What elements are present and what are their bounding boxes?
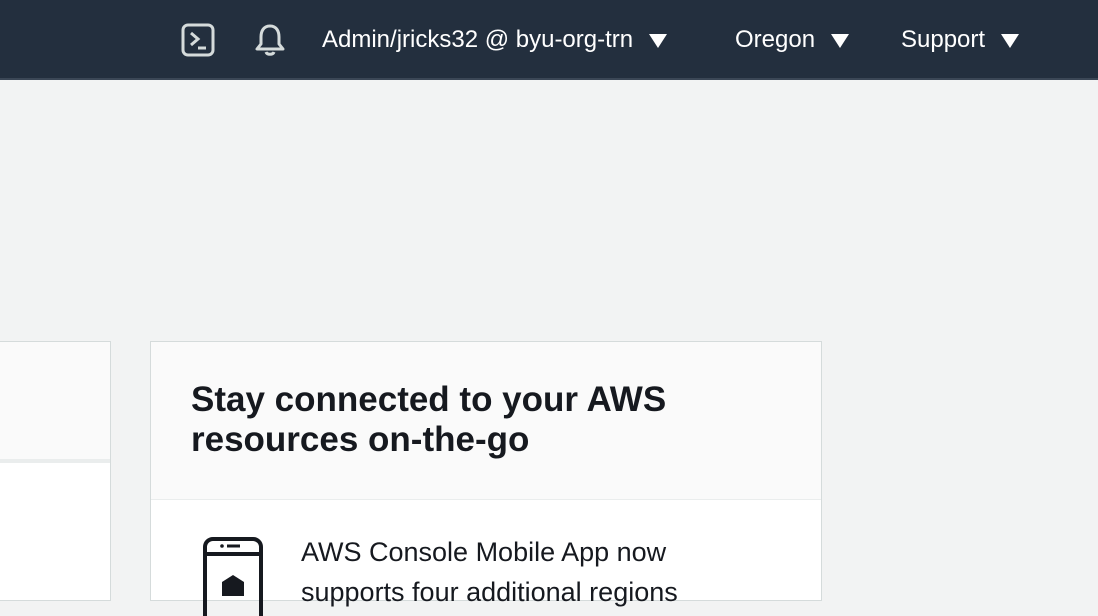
card-body: AWS Console Mobile App now supports four…	[151, 500, 821, 616]
region-menu[interactable]: Oregon	[735, 0, 850, 80]
region-label: Oregon	[735, 26, 816, 53]
caret-down-icon	[1001, 34, 1020, 48]
card-title: Stay connected to your AWS resources on-…	[191, 380, 667, 459]
bell-icon	[255, 24, 285, 56]
cloudshell-button[interactable]	[180, 20, 216, 60]
account-label: Admin/jricks32 @ byu-org-trn	[322, 26, 634, 53]
caret-down-icon	[649, 34, 668, 48]
caret-down-icon	[831, 34, 850, 48]
mobile-app-card: Stay connected to your AWS resources on-…	[150, 341, 822, 616]
mobile-phone-icon	[203, 537, 263, 616]
account-menu[interactable]: Admin/jricks32 @ byu-org-trn	[322, 0, 668, 80]
card-body-line-2: supports four additional regions	[301, 577, 678, 607]
card-body-text: AWS Console Mobile App now supports four…	[301, 532, 741, 612]
left-panel-card	[0, 341, 111, 601]
left-panel-header	[0, 342, 110, 463]
card-header: Stay connected to your AWS resources on-…	[151, 342, 821, 500]
card-body-line-1: AWS Console Mobile App now	[301, 537, 667, 567]
support-menu[interactable]: Support	[901, 0, 1020, 80]
terminal-prompt-icon	[181, 23, 215, 57]
support-label: Support	[901, 26, 986, 53]
notifications-button[interactable]	[252, 20, 288, 60]
top-navigation-bar: Admin/jricks32 @ byu-org-trn Oregon Supp…	[0, 0, 1098, 80]
